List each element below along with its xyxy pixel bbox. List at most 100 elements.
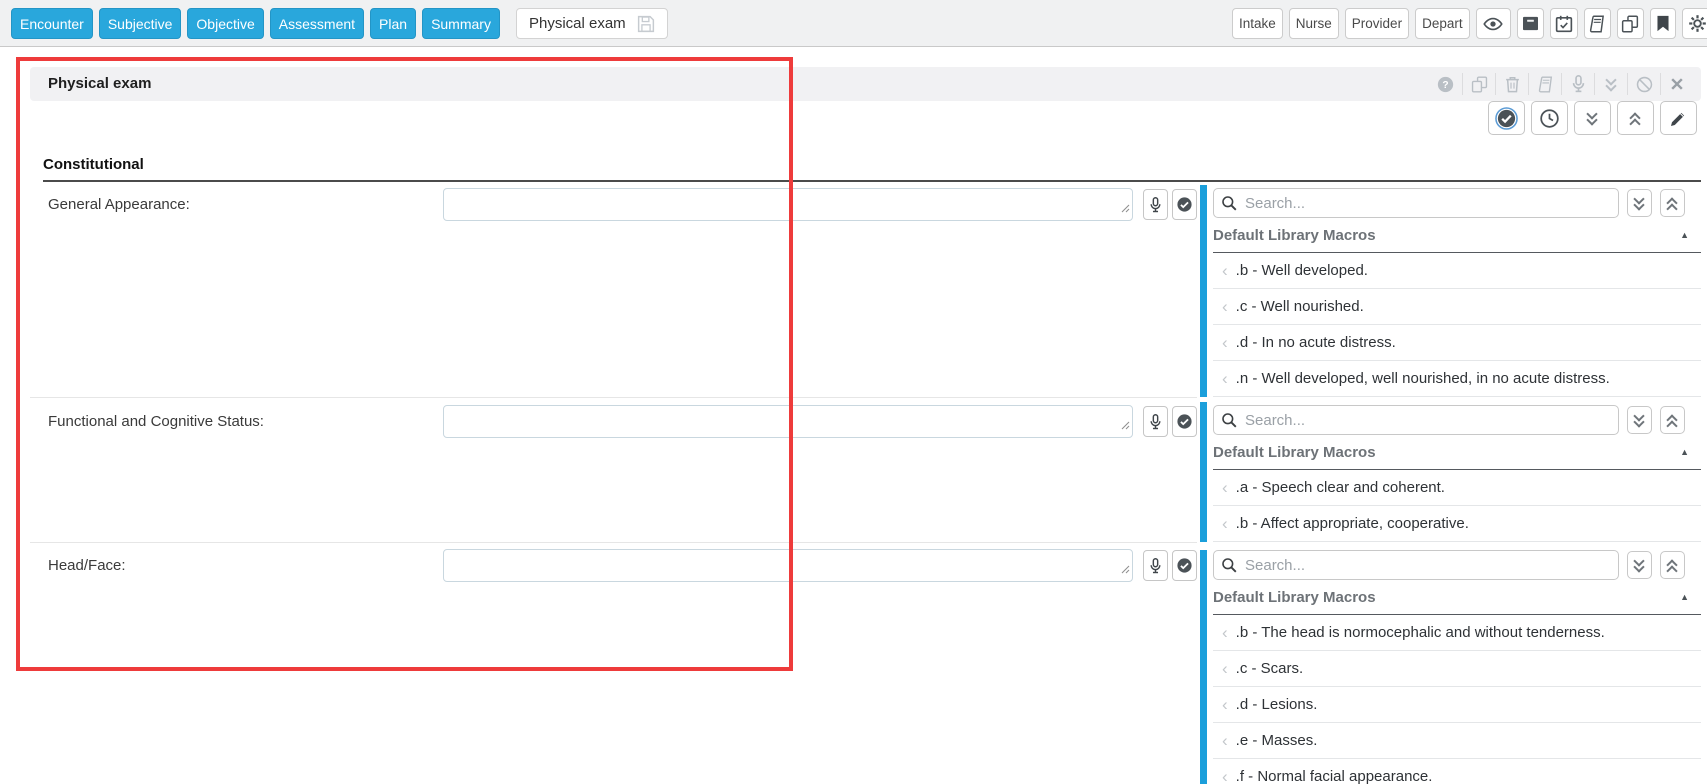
macro-group-title: Default Library Macros [1213,444,1376,461]
nav-button-subjective[interactable]: Subjective [98,8,182,39]
search-icon [1221,195,1237,216]
active-tab-label: Physical exam [528,15,626,32]
disable-button[interactable] [1627,73,1660,95]
nav-button-assessment[interactable]: Assessment [269,8,365,39]
expand-macros-button[interactable] [1627,406,1652,434]
macro-item[interactable]: .d - Lesions. [1213,687,1701,723]
nurse-button[interactable]: Nurse [1288,8,1339,39]
macro-item[interactable]: .b - Affect appropriate, cooperative. [1213,506,1701,542]
macro-search-input[interactable] [1213,188,1619,218]
ban-icon [1636,76,1653,93]
macro-group-title: Default Library Macros [1213,589,1376,606]
macro-item[interactable]: .d - In no acute distress. [1213,325,1701,361]
eye-button[interactable] [1475,8,1511,39]
collapse-macros-button[interactable] [1660,551,1685,579]
macro-item[interactable]: .n - Well developed, well nourished, in … [1213,361,1701,397]
close-icon [1670,77,1684,91]
svg-text:?: ? [1442,80,1448,91]
insert-macro-icon [1222,660,1228,677]
macro-item-label: .d - In no acute distress. [1235,334,1396,351]
complete-button[interactable] [1488,101,1525,135]
insert-macro-icon [1222,515,1228,532]
help-button[interactable]: ? [1429,73,1462,95]
insert-macro-icon [1222,732,1228,749]
check-circle-icon [1176,413,1193,430]
macro-item-label: .f - Normal facial appearance. [1235,768,1433,784]
calendar-check-icon [1555,15,1573,33]
copy-button[interactable] [1616,8,1644,39]
chevron-double-up-icon [1666,558,1679,577]
collapse-group-icon[interactable] [1680,580,1689,615]
copy-note-button[interactable] [1462,73,1495,95]
macro-panel-accent-bar [1200,550,1207,784]
search-icon [1221,557,1237,578]
library-button[interactable] [1528,73,1561,95]
provider-button[interactable]: Provider [1344,8,1410,39]
nav-button-encounter[interactable]: Encounter [11,8,93,39]
head-face-textarea[interactable] [443,549,1133,582]
dictate-button[interactable] [1561,73,1594,95]
bookmark-button[interactable] [1649,8,1676,39]
settings-button[interactable] [1681,8,1707,39]
active-tab-physical-exam[interactable]: Physical exam [515,8,668,39]
confirm-field-button[interactable] [1172,189,1197,220]
expand-macros-button[interactable] [1627,551,1652,579]
macro-item[interactable]: .a - Speech clear and coherent. [1213,470,1701,506]
history-button[interactable] [1531,101,1568,135]
collapse-macros-button[interactable] [1660,406,1685,434]
dictate-field-button[interactable] [1143,406,1168,437]
section-heading-constitutional: Constitutional [43,156,1701,182]
macro-item-label: .c - Scars. [1235,660,1304,677]
calendar-button[interactable] [1549,8,1578,39]
row-separator [30,397,1197,398]
macro-item-label: .c - Well nourished. [1235,298,1364,315]
collapse-group-icon[interactable] [1680,435,1689,470]
collapse-all-button[interactable] [1594,73,1627,95]
macro-search-input[interactable] [1213,550,1619,580]
save-icon [637,15,655,33]
edit-button[interactable] [1660,101,1697,135]
confirm-field-button[interactable] [1172,406,1197,437]
general-appearance-textarea[interactable] [443,188,1133,221]
nav-button-objective[interactable]: Objective [187,8,264,39]
macro-item[interactable]: .f - Normal facial appearance. [1213,759,1701,784]
dictate-field-button[interactable] [1143,550,1168,581]
confirm-field-button[interactable] [1172,550,1197,581]
microphone-icon [1149,196,1162,213]
macro-item[interactable]: .b - Well developed. [1213,253,1701,289]
field-label-functional-cognitive: Functional and Cognitive Status: [48,413,264,430]
dictate-field-button[interactable] [1143,189,1168,220]
collapse-macros-button[interactable] [1660,189,1685,217]
nav-button-summary[interactable]: Summary [422,8,500,39]
collapse-group-icon[interactable] [1680,218,1689,253]
bookmark-icon [1656,15,1670,32]
insert-macro-icon [1222,298,1228,315]
macro-search-input[interactable] [1213,405,1619,435]
close-panel-button[interactable] [1660,73,1693,95]
depart-button[interactable]: Depart [1415,8,1470,39]
functional-cognitive-textarea[interactable] [443,405,1133,438]
trash-icon [1505,76,1520,93]
chevron-double-down-icon [1586,108,1599,126]
insert-macro-icon [1222,624,1228,641]
macro-item[interactable]: .c - Well nourished. [1213,289,1701,325]
field-label-head-face: Head/Face: [48,557,126,574]
expand-all-button[interactable] [1574,101,1611,135]
delete-button[interactable] [1495,73,1528,95]
macro-item[interactable]: .e - Masses. [1213,723,1701,759]
collapse-all-button[interactable] [1617,101,1654,135]
field-label-general-appearance: General Appearance: [48,196,190,213]
insert-macro-icon [1222,370,1228,387]
macro-item[interactable]: .c - Scars. [1213,651,1701,687]
macro-item[interactable]: .b - The head is normocephalic and witho… [1213,615,1701,651]
archive-button[interactable] [1516,8,1544,39]
nav-button-plan[interactable]: Plan [370,8,417,39]
expand-macros-button[interactable] [1627,189,1652,217]
intake-button[interactable]: Intake [1232,8,1283,39]
book-button[interactable] [1583,8,1611,39]
top-toolbar: Encounter Subjective Objective Assessmen… [0,0,1707,47]
gear-icon [1688,14,1707,33]
toolbar-right-group: Intake Nurse Provider Depart [1232,8,1707,39]
macro-item-label: .b - The head is normocephalic and witho… [1235,624,1605,641]
macro-panel-accent-bar [1200,185,1207,397]
